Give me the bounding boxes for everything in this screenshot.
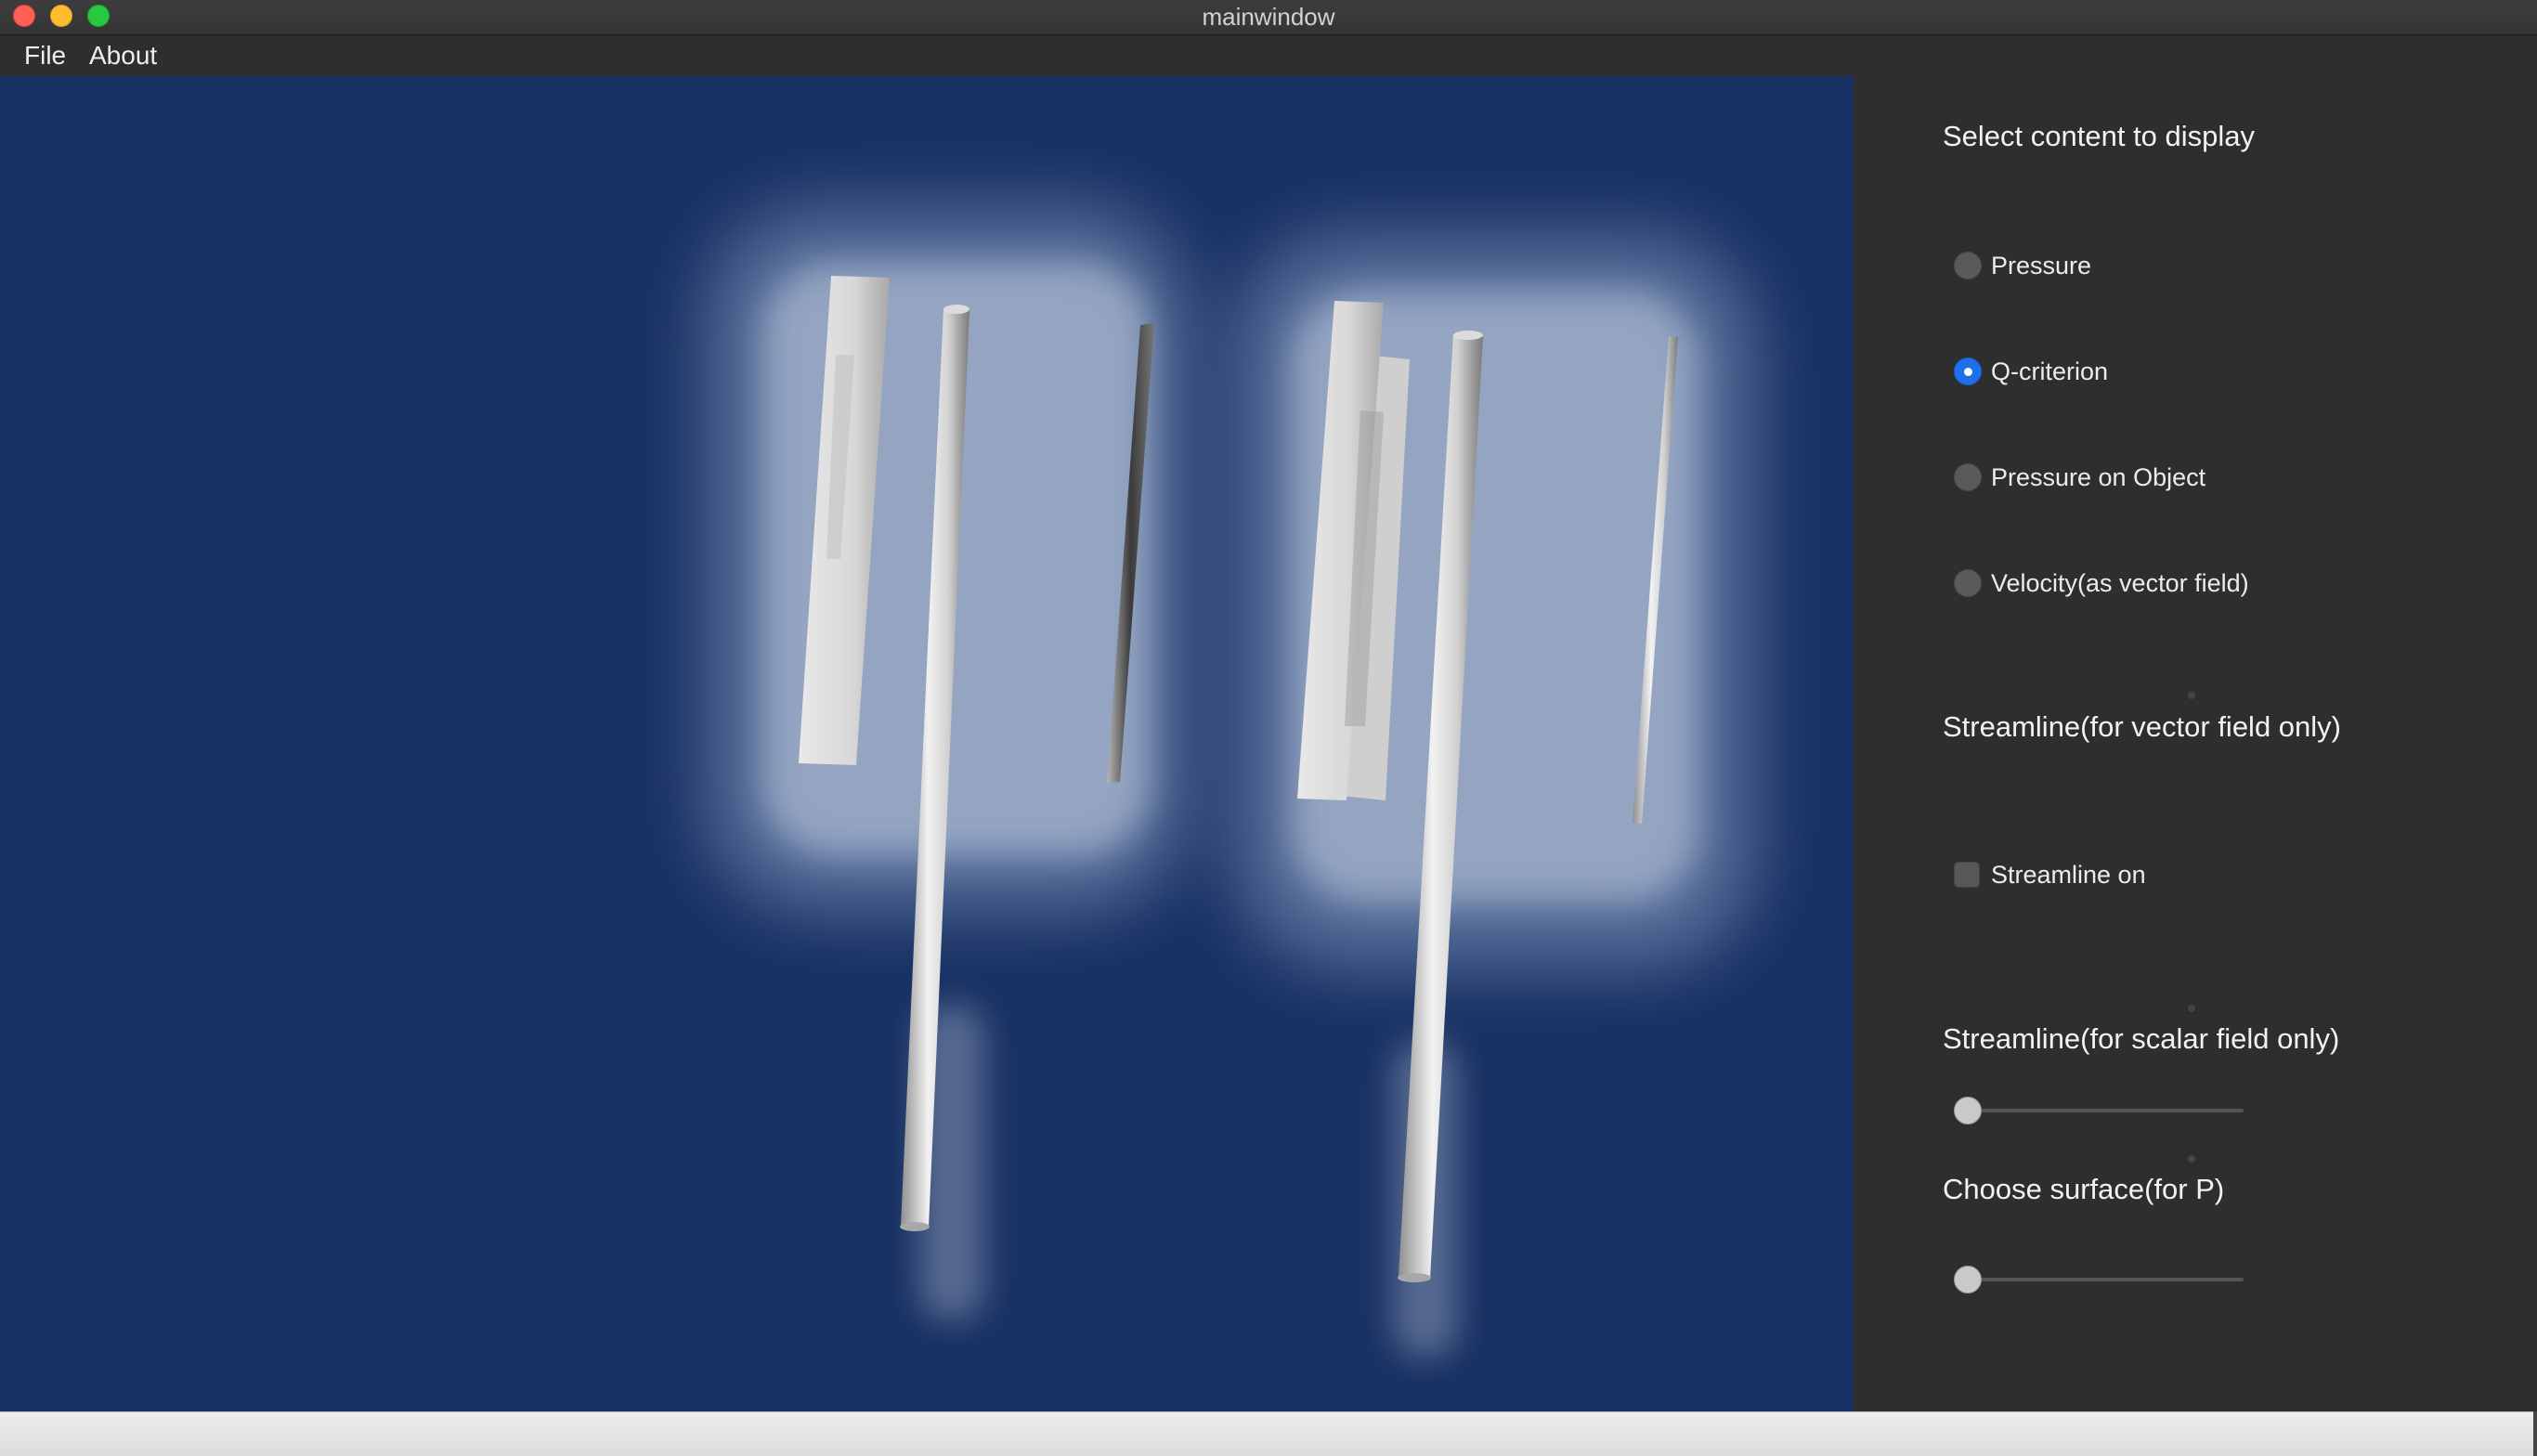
radio-pressure[interactable]: Pressure xyxy=(1954,247,2091,284)
slider-track[interactable] xyxy=(1959,1109,2244,1112)
menu-about[interactable]: About xyxy=(89,35,157,76)
radio-label: Q-criterion xyxy=(1991,357,2109,385)
volume-render-scene xyxy=(706,206,1755,1358)
menu-bar: File About xyxy=(0,35,2537,76)
streamline-vector-heading: Streamline(for vector field only) xyxy=(1943,710,2341,743)
separator-dot xyxy=(2188,1005,2195,1012)
slider-track[interactable] xyxy=(1959,1278,2244,1281)
status-bar-edge xyxy=(2533,1411,2537,1456)
radio-indicator[interactable] xyxy=(1954,463,1982,491)
separator-dot xyxy=(2188,1155,2195,1163)
radio-indicator[interactable] xyxy=(1954,569,1982,597)
streamline-checkbox-label: Streamline on xyxy=(1991,860,2146,889)
select-content-heading: Select content to display xyxy=(1943,120,2256,152)
radio-label: Pressure on Object xyxy=(1991,462,2206,491)
choose-surface-heading: Choose surface(for P) xyxy=(1943,1173,2225,1205)
menu-file[interactable]: File xyxy=(24,35,66,76)
render-viewport[interactable] xyxy=(0,76,1854,1411)
control-panel: Select content to display Pressure Q-cri… xyxy=(1854,76,2537,1411)
radio-velocity[interactable]: Velocity(as vector field) xyxy=(1954,565,2249,602)
streamline-scalar-slider[interactable] xyxy=(1954,1094,2244,1127)
radio-indicator[interactable] xyxy=(1954,252,1982,280)
title-bar: mainwindow xyxy=(0,0,2537,35)
radio-pressure-on-object[interactable]: Pressure on Object xyxy=(1954,459,2205,496)
streamline-checkbox-row[interactable]: Streamline on xyxy=(1954,856,2146,893)
streamline-scalar-heading: Streamline(for scalar field only) xyxy=(1943,1022,2340,1055)
radio-label: Velocity(as vector field) xyxy=(1991,568,2249,597)
separator-dot xyxy=(2188,692,2195,699)
window-title: mainwindow xyxy=(1202,3,1335,31)
radio-label: Pressure xyxy=(1991,251,2092,280)
radio-indicator-selected[interactable] xyxy=(1954,358,1982,385)
radio-q-criterion[interactable]: Q-criterion xyxy=(1954,353,2108,390)
choose-surface-slider[interactable] xyxy=(1954,1263,2244,1296)
status-bar xyxy=(0,1411,2537,1456)
slider-handle[interactable] xyxy=(1954,1097,1982,1124)
streamline-checkbox[interactable] xyxy=(1954,862,1980,888)
slider-handle[interactable] xyxy=(1954,1266,1982,1294)
